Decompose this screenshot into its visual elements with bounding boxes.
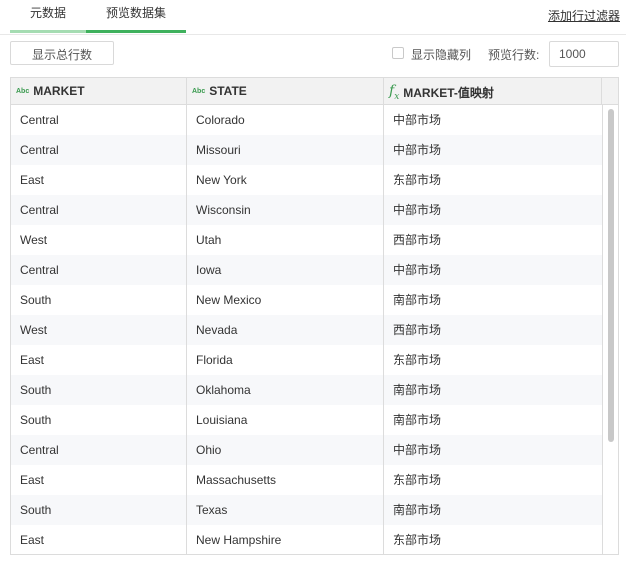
cell-state[interactable]: Ohio [187, 435, 384, 465]
column-divider [383, 105, 384, 554]
vertical-scrollbar-track[interactable] [602, 105, 618, 554]
cell-state[interactable]: Florida [187, 345, 384, 375]
table-row[interactable]: West Nevada 西部市场 [11, 315, 602, 345]
cell-market[interactable]: South [11, 405, 187, 435]
table-row[interactable]: East New York 东部市场 [11, 165, 602, 195]
cell-market-mapping[interactable]: 西部市场 [384, 225, 602, 255]
cell-market[interactable]: West [11, 225, 187, 255]
tab-preview-dataset-label: 预览数据集 [105, 6, 166, 20]
table-row[interactable]: East New Hampshire 东部市场 [11, 525, 602, 554]
cell-state[interactable]: Nevada [187, 315, 384, 345]
cell-state[interactable]: Wisconsin [187, 195, 384, 225]
cell-market[interactable]: East [11, 525, 187, 554]
cell-state[interactable]: New Hampshire [187, 525, 384, 554]
column-header-label: MARKET [33, 84, 85, 98]
column-header-state[interactable]: Abc STATE [187, 78, 384, 104]
column-header-market[interactable]: Abc MARKET [11, 78, 187, 104]
cell-state[interactable]: New Mexico [187, 285, 384, 315]
table-row[interactable]: Central Missouri 中部市场 [11, 135, 602, 165]
show-hidden-columns-label: 显示隐藏列 [411, 48, 472, 62]
cell-market-mapping[interactable]: 中部市场 [384, 195, 602, 225]
cell-state[interactable]: Colorado [187, 105, 384, 135]
cell-state[interactable]: New York [187, 165, 384, 195]
table-row[interactable]: Central Wisconsin 中部市场 [11, 195, 602, 225]
cell-state[interactable]: Oklahoma [187, 375, 384, 405]
header-scroll-corner [602, 78, 618, 104]
cell-state[interactable]: Massachusetts [187, 465, 384, 495]
cell-market-mapping[interactable]: 东部市场 [384, 165, 602, 195]
cell-market[interactable]: Central [11, 195, 187, 225]
cell-state[interactable]: Louisiana [187, 405, 384, 435]
vertical-scrollbar-thumb[interactable] [608, 109, 614, 442]
tab-metadata-label: 元数据 [29, 6, 66, 20]
cell-market-mapping[interactable]: 东部市场 [384, 465, 602, 495]
table-row[interactable]: East Massachusetts 东部市场 [11, 465, 602, 495]
table-row[interactable]: South Oklahoma 南部市场 [11, 375, 602, 405]
cell-market[interactable]: South [11, 375, 187, 405]
text-type-icon: Abc [192, 87, 206, 95]
table-row[interactable]: West Utah 西部市场 [11, 225, 602, 255]
cell-market[interactable]: West [11, 315, 187, 345]
cell-market-mapping[interactable]: 中部市场 [384, 255, 602, 285]
cell-market[interactable]: East [11, 345, 187, 375]
cell-state[interactable]: Utah [187, 225, 384, 255]
cell-market[interactable]: East [11, 465, 187, 495]
show-total-rows-button[interactable]: 显示总行数 [10, 41, 114, 65]
cell-market[interactable]: Central [11, 255, 187, 285]
column-divider [186, 105, 187, 554]
text-type-icon: Abc [16, 87, 30, 95]
tab-preview-dataset[interactable]: 预览数据集 [86, 0, 186, 33]
table-row[interactable]: South Louisiana 南部市场 [11, 405, 602, 435]
table-row[interactable]: South New Mexico 南部市场 [11, 285, 602, 315]
cell-market-mapping[interactable]: 中部市场 [384, 135, 602, 165]
preview-rows-label: 预览行数: [488, 48, 540, 62]
table-header: Abc MARKET Abc STATE fx MARKET-值映射 [11, 78, 618, 105]
cell-market-mapping[interactable]: 南部市场 [384, 285, 602, 315]
cell-state[interactable]: Iowa [187, 255, 384, 285]
table-row[interactable]: South Texas 南部市场 [11, 495, 602, 525]
tab-metadata-underline [10, 30, 86, 33]
column-header-label: MARKET-值映射 [403, 86, 494, 101]
cell-market-mapping[interactable]: 东部市场 [384, 345, 602, 375]
preview-rows-input[interactable] [549, 41, 619, 67]
cell-market-mapping[interactable]: 南部市场 [384, 375, 602, 405]
add-row-filter-link[interactable]: 添加行过滤器 [548, 7, 620, 24]
tab-preview-dataset-underline [86, 30, 186, 33]
show-hidden-columns-checkbox[interactable] [392, 47, 404, 59]
tab-metadata[interactable]: 元数据 [10, 0, 86, 33]
cell-market[interactable]: Central [11, 135, 187, 165]
column-header-market-value-mapping[interactable]: fx MARKET-值映射 [384, 78, 602, 104]
preview-table: Abc MARKET Abc STATE fx MARKET-值映射 Central C… [10, 77, 619, 555]
cell-market[interactable]: South [11, 285, 187, 315]
tab-bar: 元数据 预览数据集 添加行过滤器 [0, 0, 626, 35]
cell-market[interactable]: Central [11, 435, 187, 465]
cell-market[interactable]: Central [11, 105, 187, 135]
cell-market-mapping[interactable]: 南部市场 [384, 495, 602, 525]
cell-market-mapping[interactable]: 南部市场 [384, 405, 602, 435]
cell-market[interactable]: South [11, 495, 187, 525]
cell-state[interactable]: Missouri [187, 135, 384, 165]
cell-market-mapping[interactable]: 东部市场 [384, 525, 602, 554]
table-row[interactable]: Central Iowa 中部市场 [11, 255, 602, 285]
cell-state[interactable]: Texas [187, 495, 384, 525]
table-row[interactable]: Central Ohio 中部市场 [11, 435, 602, 465]
table-body: Central Colorado 中部市场 Central Missouri 中部市场 Ea… [11, 105, 602, 554]
cell-market-mapping[interactable]: 中部市场 [384, 105, 602, 135]
column-header-label: STATE [209, 84, 247, 98]
table-row[interactable]: East Florida 东部市场 [11, 345, 602, 375]
cell-market-mapping[interactable]: 西部市场 [384, 315, 602, 345]
table-row[interactable]: Central Colorado 中部市场 [11, 105, 602, 135]
cell-market[interactable]: East [11, 165, 187, 195]
cell-market-mapping[interactable]: 中部市场 [384, 435, 602, 465]
